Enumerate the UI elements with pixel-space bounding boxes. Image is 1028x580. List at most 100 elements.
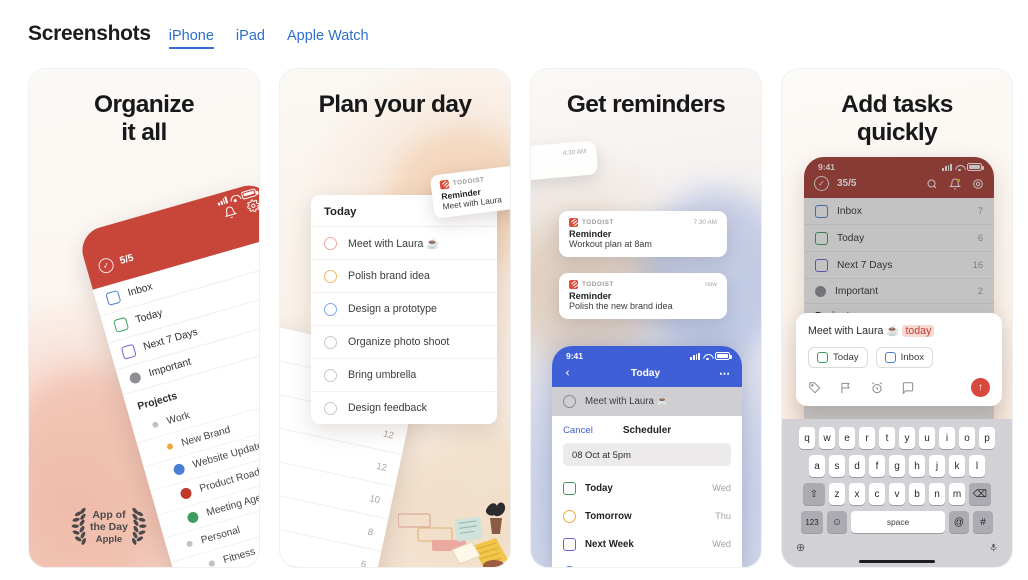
emoji-key[interactable]: ☺ bbox=[827, 511, 847, 533]
task-checkbox[interactable] bbox=[324, 236, 337, 250]
avatar[interactable]: ✓ bbox=[814, 176, 829, 191]
task-row[interactable]: Organize photo shoot bbox=[311, 325, 497, 358]
scheduler-option-today[interactable]: Today Wed bbox=[552, 474, 742, 502]
gear-icon[interactable] bbox=[972, 178, 984, 190]
mic-icon[interactable] bbox=[989, 541, 998, 554]
task-row[interactable]: Meet with Laura ☕ bbox=[311, 226, 497, 259]
key-a[interactable]: a bbox=[809, 455, 825, 477]
tab-apple-watch[interactable]: Apple Watch bbox=[287, 28, 369, 47]
notif-body: Workout plan at 8am bbox=[569, 239, 652, 249]
key-z[interactable]: z bbox=[829, 483, 845, 505]
page-title: Screenshots bbox=[28, 22, 151, 45]
key-j[interactable]: j bbox=[929, 455, 945, 477]
task-checkbox[interactable] bbox=[324, 302, 337, 316]
task-row[interactable]: Bring umbrella bbox=[311, 358, 497, 391]
key-p[interactable]: p bbox=[979, 427, 995, 449]
key-h[interactable]: h bbox=[909, 455, 925, 477]
scheduler-option-next-week[interactable]: Next Week Wed bbox=[552, 530, 742, 558]
task-checkbox[interactable] bbox=[324, 335, 337, 349]
key-r[interactable]: r bbox=[859, 427, 875, 449]
bell-icon[interactable] bbox=[949, 178, 961, 190]
key-c[interactable]: c bbox=[869, 483, 885, 505]
shift-key[interactable]: ⇧ bbox=[803, 483, 825, 505]
key-f[interactable]: f bbox=[869, 455, 885, 477]
selected-task-row[interactable]: Meet with Laura ☕ bbox=[552, 387, 742, 416]
keyboard-bottom-row: ⊕ bbox=[786, 539, 1008, 554]
bell-icon[interactable] bbox=[222, 204, 238, 220]
key-g[interactable]: g bbox=[889, 455, 905, 477]
tab-iphone[interactable]: iPhone bbox=[168, 28, 214, 49]
back-chevron-icon[interactable] bbox=[563, 366, 572, 380]
notification-card[interactable]: TODOIST 7:30 AM Reminder Workout plan at… bbox=[559, 211, 727, 257]
quick-add-card: Meet with Laura ☕ today Today Inbox ↑ bbox=[796, 313, 1002, 406]
numbers-key[interactable]: 123 bbox=[801, 511, 823, 533]
key-i[interactable]: i bbox=[939, 427, 955, 449]
task-label: Design a prototype bbox=[348, 303, 437, 315]
task-checkbox[interactable] bbox=[324, 269, 337, 283]
task-checkbox[interactable] bbox=[563, 395, 576, 408]
key-e[interactable]: e bbox=[839, 427, 855, 449]
todoist-app-icon bbox=[569, 218, 578, 227]
key-y[interactable]: y bbox=[899, 427, 915, 449]
globe-icon[interactable]: ⊕ bbox=[796, 541, 805, 554]
nav-item-important[interactable]: Important 2 bbox=[804, 279, 994, 304]
key-x[interactable]: x bbox=[849, 483, 865, 505]
chip-today[interactable]: Today bbox=[808, 347, 868, 368]
task-checkbox[interactable] bbox=[324, 401, 337, 415]
label-icon[interactable] bbox=[808, 381, 822, 395]
notif-body: Polish the new brand idea bbox=[569, 301, 673, 311]
screenshot-panel-3[interactable]: Get reminders 4:30 AM at 5pm TODOIST 7:3… bbox=[530, 68, 762, 568]
key-w[interactable]: w bbox=[819, 427, 835, 449]
calendar-icon bbox=[817, 352, 828, 363]
task-row[interactable]: Design a prototype bbox=[311, 292, 497, 325]
key-u[interactable]: u bbox=[919, 427, 935, 449]
flag-icon bbox=[128, 370, 142, 385]
cancel-button[interactable]: Cancel bbox=[563, 425, 593, 436]
todoist-app-icon bbox=[439, 179, 450, 190]
key-n[interactable]: n bbox=[929, 483, 945, 505]
alarm-icon[interactable] bbox=[870, 381, 884, 395]
key-m[interactable]: m bbox=[949, 483, 965, 505]
backspace-key[interactable]: ⌫ bbox=[969, 483, 991, 505]
task-checkbox[interactable] bbox=[324, 368, 337, 382]
key-d[interactable]: d bbox=[849, 455, 865, 477]
chip-inbox[interactable]: Inbox bbox=[875, 347, 934, 368]
signal-icon bbox=[690, 352, 700, 360]
key-k[interactable]: k bbox=[949, 455, 965, 477]
key-t[interactable]: t bbox=[879, 427, 895, 449]
calendar-icon bbox=[563, 481, 576, 495]
scheduler-date-input[interactable]: 08 Oct at 5pm bbox=[563, 443, 731, 466]
key-v[interactable]: v bbox=[889, 483, 905, 505]
flag-icon[interactable] bbox=[839, 381, 853, 395]
app-of-the-day-badge: App of the Day Apple bbox=[71, 507, 147, 547]
hash-key[interactable]: # bbox=[973, 511, 993, 533]
nav-item-today[interactable]: Today 6 bbox=[804, 225, 994, 252]
space-key[interactable]: space bbox=[851, 511, 945, 533]
gear-icon[interactable] bbox=[245, 197, 260, 213]
key-s[interactable]: s bbox=[829, 455, 845, 477]
search-icon[interactable] bbox=[926, 178, 938, 190]
screenshot-panel-4[interactable]: Add tasks quickly 9:41 ✓ 35/5 Inbox 7 To… bbox=[781, 68, 1013, 568]
nav-item-inbox[interactable]: Inbox 7 bbox=[804, 198, 994, 225]
send-up-icon[interactable]: ↑ bbox=[971, 378, 990, 397]
at-key[interactable]: @ bbox=[949, 511, 969, 533]
notification-card[interactable]: TODOIST now Reminder Polish the new bran… bbox=[559, 273, 727, 319]
key-q[interactable]: q bbox=[799, 427, 815, 449]
tab-ipad[interactable]: iPad bbox=[236, 28, 265, 47]
comment-icon[interactable] bbox=[901, 381, 915, 395]
task-row[interactable]: Polish brand idea bbox=[311, 259, 497, 292]
more-options-icon[interactable]: ⋯ bbox=[719, 367, 731, 380]
scheduler-option-suggested[interactable]: Suggested 19 May bbox=[552, 558, 742, 567]
task-input[interactable]: Meet with Laura ☕ today bbox=[808, 324, 990, 337]
task-row[interactable]: Design feedback bbox=[311, 391, 497, 424]
screenshot-panel-1[interactable]: Organize it all ✓ 5/5 Inbox Today Next 7… bbox=[28, 68, 260, 568]
toolbar-actions bbox=[926, 178, 984, 190]
notif-brand: TODOIST bbox=[582, 281, 614, 288]
key-o[interactable]: o bbox=[959, 427, 975, 449]
nav-item-next-7-days[interactable]: Next 7 Days 16 bbox=[804, 252, 994, 279]
screenshot-panel-2[interactable]: Plan your day 21 9 12 12 10 8 6 + bbox=[279, 68, 511, 568]
key-b[interactable]: b bbox=[909, 483, 925, 505]
key-l[interactable]: l bbox=[969, 455, 985, 477]
suggested-icon bbox=[563, 565, 576, 567]
scheduler-option-tomorrow[interactable]: Tomorrow Thu bbox=[552, 502, 742, 530]
